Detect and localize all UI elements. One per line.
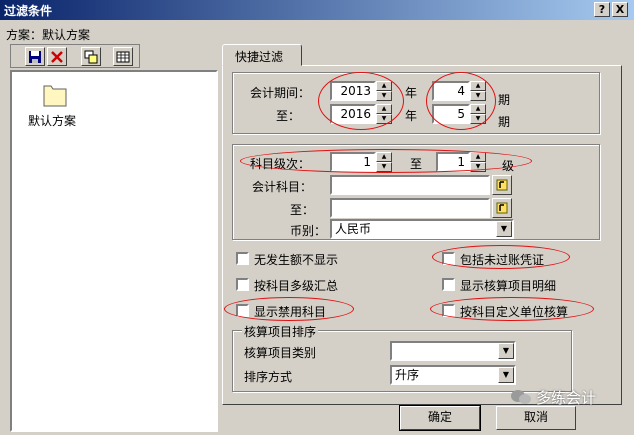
wechat-icon bbox=[511, 390, 531, 404]
from-year-input[interactable]: 2013 bbox=[330, 81, 376, 101]
period-unit-label: 期 bbox=[498, 93, 511, 107]
option-unit-accounting-label: 按科目定义单位核算 bbox=[460, 305, 569, 319]
account-to-input[interactable] bbox=[330, 198, 490, 218]
from-period-input[interactable]: 4 bbox=[432, 81, 470, 101]
period-from-label: 会计期间： bbox=[250, 86, 311, 100]
option-multilevel-checkbox[interactable] bbox=[236, 278, 249, 291]
option-unit-accounting-checkbox[interactable] bbox=[442, 304, 455, 317]
tab-label: 快捷过滤 bbox=[235, 50, 284, 64]
close-button[interactable]: X bbox=[612, 2, 628, 17]
year-unit-label-2: 年 bbox=[405, 109, 418, 123]
window-title: 过滤条件 bbox=[4, 4, 53, 18]
lookup-icon bbox=[496, 179, 508, 191]
watermark-text: 多练会计 bbox=[536, 389, 597, 407]
help-button[interactable]: ? bbox=[594, 2, 610, 17]
level-unit-label: 级 bbox=[502, 159, 515, 173]
sorting-group-label: 核算项目排序 bbox=[242, 323, 319, 340]
to-year-input[interactable]: 2016 bbox=[330, 104, 376, 124]
copy-button[interactable] bbox=[81, 47, 101, 66]
save-icon bbox=[29, 51, 41, 63]
tab-quick-filter[interactable]: 快捷过滤 bbox=[222, 44, 302, 66]
scheme-item-label: 默认方案 bbox=[28, 114, 77, 128]
year-unit-label: 年 bbox=[405, 86, 418, 100]
category-dropdown-button[interactable]: ▼ bbox=[498, 343, 514, 359]
chevron-down-icon: ▼ bbox=[500, 224, 508, 233]
save-button[interactable] bbox=[25, 47, 45, 66]
chevron-down-icon: ▼ bbox=[502, 346, 510, 355]
to-period-input[interactable]: 5 bbox=[432, 104, 470, 124]
scheme-toolbar bbox=[10, 44, 140, 68]
period-group bbox=[232, 72, 600, 134]
sorting-category-label: 核算项目类别 bbox=[244, 346, 317, 360]
option-no-amount-label: 无发生额不显示 bbox=[254, 253, 339, 267]
scheme-label: 方案：默认方案 bbox=[6, 28, 91, 42]
period-to-label: 至： bbox=[276, 109, 301, 123]
account-label: 会计科目： bbox=[252, 180, 313, 194]
to-period-spinner[interactable]: ▲ ▼ bbox=[470, 104, 486, 124]
order-dropdown-button[interactable]: ▼ bbox=[498, 367, 514, 383]
sorting-order-label: 排序方式 bbox=[244, 370, 293, 384]
level-to-spinner[interactable]: ▲ ▼ bbox=[470, 152, 486, 172]
account-from-lookup-button[interactable] bbox=[492, 175, 512, 195]
option-item-detail-label: 显示核算项目明细 bbox=[460, 279, 557, 293]
grid-button[interactable] bbox=[113, 47, 133, 66]
option-no-amount-checkbox[interactable] bbox=[236, 252, 249, 265]
scheme-item[interactable]: 默认方案 bbox=[28, 82, 88, 132]
scheme-list[interactable]: 默认方案 bbox=[10, 70, 218, 432]
account-from-input[interactable] bbox=[330, 175, 490, 195]
option-unposted-label: 包括未过账凭证 bbox=[460, 253, 545, 267]
option-disabled-subjects-label: 显示禁用科目 bbox=[254, 305, 327, 319]
option-item-detail-checkbox[interactable] bbox=[442, 278, 455, 291]
option-unposted-checkbox[interactable] bbox=[442, 252, 455, 265]
account-to-label: 至： bbox=[290, 203, 315, 217]
currency-label: 币别： bbox=[290, 224, 327, 238]
level-from-input[interactable]: 1 bbox=[330, 152, 376, 172]
title-bar: 过滤条件 ? X bbox=[0, 0, 634, 20]
from-period-spinner[interactable]: ▲ ▼ bbox=[470, 81, 486, 101]
level-to-label: 至 bbox=[410, 157, 423, 171]
folder-icon bbox=[43, 85, 67, 107]
option-multilevel-label: 按科目多级汇总 bbox=[254, 279, 339, 293]
currency-select[interactable]: 人民币 bbox=[330, 219, 514, 239]
option-disabled-subjects-checkbox[interactable] bbox=[236, 304, 249, 317]
delete-icon bbox=[51, 51, 63, 63]
copy-icon bbox=[84, 50, 98, 64]
cancel-button[interactable]: 取消 bbox=[496, 406, 576, 430]
grid-icon bbox=[116, 51, 130, 63]
from-year-spinner[interactable]: ▲ ▼ bbox=[376, 81, 392, 101]
chevron-down-icon: ▼ bbox=[502, 370, 510, 379]
ok-button[interactable]: 确定 bbox=[399, 405, 481, 431]
currency-dropdown-button[interactable]: ▼ bbox=[496, 221, 512, 237]
level-to-input[interactable]: 1 bbox=[436, 152, 470, 172]
account-to-lookup-button[interactable] bbox=[492, 198, 512, 218]
lookup-icon bbox=[496, 202, 508, 214]
delete-button[interactable] bbox=[47, 47, 67, 66]
level-from-spinner[interactable]: ▲ ▼ bbox=[376, 152, 392, 172]
level-label: 科目级次： bbox=[250, 157, 311, 171]
watermark: 多练会计 bbox=[510, 386, 630, 408]
period-unit-label-2: 期 bbox=[498, 115, 511, 129]
to-year-spinner[interactable]: ▲ ▼ bbox=[376, 104, 392, 124]
